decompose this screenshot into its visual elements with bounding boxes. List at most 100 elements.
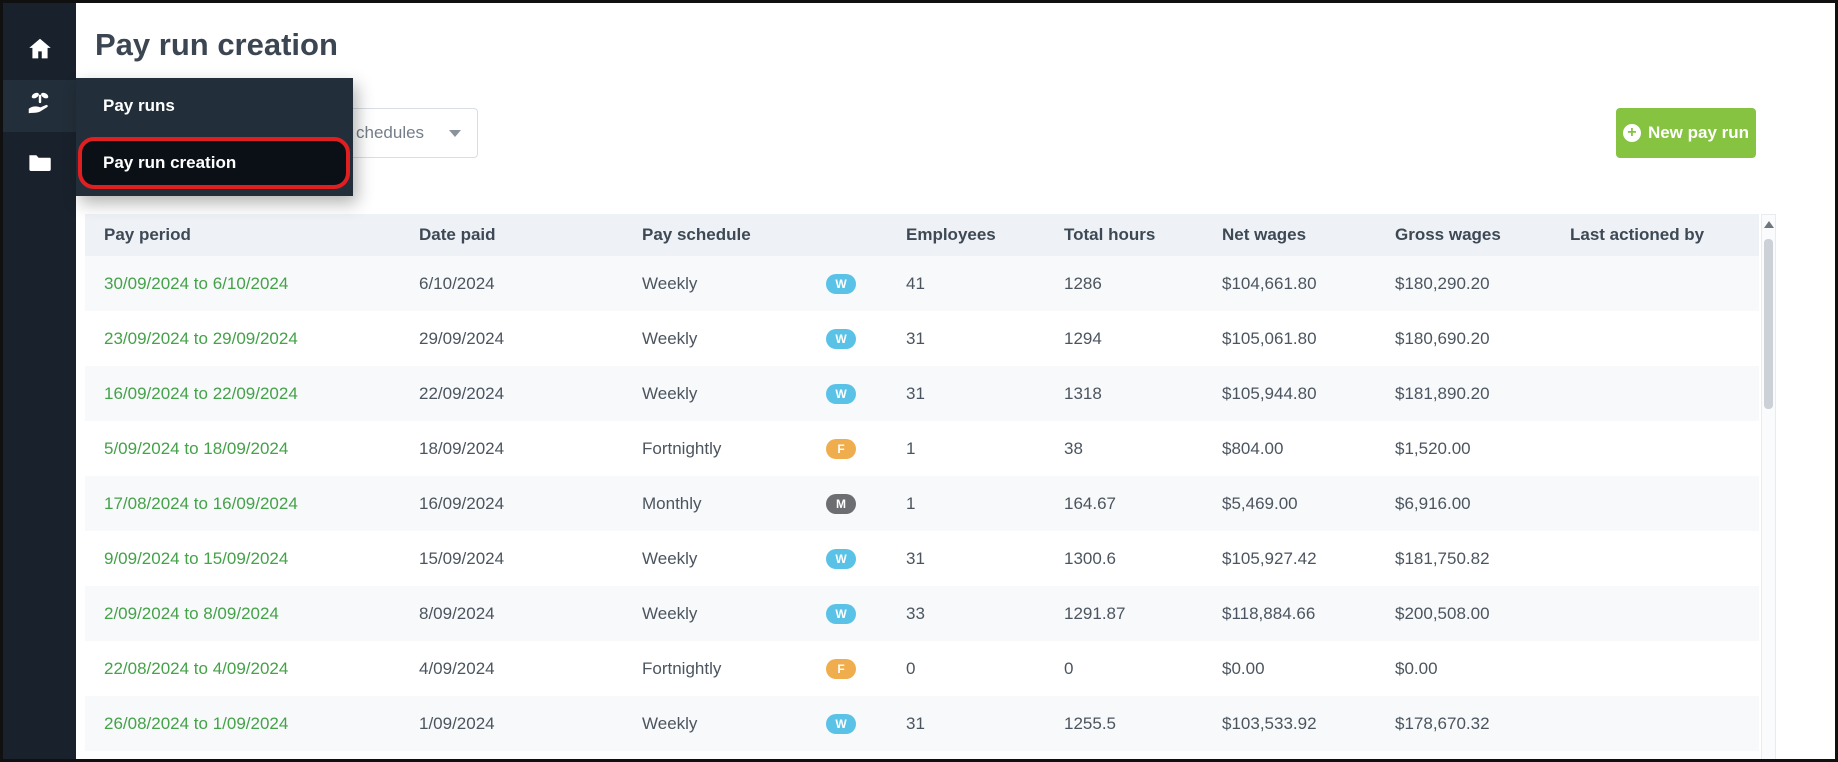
- cell-net-wages: $105,061.80: [1222, 328, 1317, 348]
- pay-period-link[interactable]: 5/09/2024 to 18/09/2024: [104, 439, 288, 458]
- pay-period-link[interactable]: 26/08/2024 to 1/09/2024: [104, 714, 288, 733]
- cell-last-actioned-by: [1551, 421, 1759, 476]
- pay-period-link[interactable]: 9/09/2024 to 15/09/2024: [104, 549, 288, 568]
- new-pay-run-label: New pay run: [1647, 123, 1750, 142]
- cell-net-wages: $118,884.66: [1203, 586, 1376, 641]
- pay-schedule-badge: W: [826, 713, 856, 734]
- pay-schedule-name: Monthly: [642, 493, 702, 513]
- column-header-employees: Employees: [887, 214, 1045, 256]
- pay-schedule-badge: W: [826, 548, 856, 569]
- table-row[interactable]: 26/08/2024 to 1/09/2024 1/09/2024 Weekly W 3…: [85, 696, 1759, 751]
- cell-pay-period: 5/09/2024 to 18/09/2024: [85, 421, 400, 476]
- table-row[interactable]: 9/09/2024 to 15/09/2024 15/09/2024 Weekly W…: [85, 531, 1759, 586]
- scrollbar-thumb[interactable]: [1764, 239, 1773, 409]
- sidebar-item-pay-runs[interactable]: [3, 80, 76, 132]
- cell-date-paid: 6/10/2024: [400, 256, 623, 311]
- cell-employees: 31: [906, 328, 925, 348]
- pay-schedule-badge: W: [826, 603, 856, 624]
- sidebar: [3, 3, 76, 759]
- table-row[interactable]: 5/09/2024 to 18/09/2024 18/09/2024 Fortnig…: [85, 421, 1759, 476]
- cell-net-wages: $103,533.92: [1203, 696, 1376, 751]
- cell-pay-period: 23/09/2024 to 29/09/2024: [85, 311, 400, 366]
- column-header-net-wages: Net wages: [1203, 214, 1376, 256]
- cell-pay-period: 22/08/2024 to 4/09/2024: [85, 641, 400, 696]
- cell-gross-wages: $6,916.00: [1376, 476, 1551, 531]
- scroll-up-arrow-icon[interactable]: [1763, 221, 1774, 228]
- column-header-gross-wages: Gross wages: [1376, 214, 1551, 256]
- new-pay-run-button[interactable]: New pay run: [1616, 108, 1756, 158]
- column-header-pay-period: Pay period: [85, 214, 400, 256]
- cell-gross-wages: $0.00: [1395, 658, 1438, 678]
- cell-pay-schedule: Weekly W: [623, 531, 887, 586]
- table-header-row: Pay period Date paid Pay schedule Employees…: [85, 214, 1759, 256]
- pay-schedule-badge: W: [826, 273, 856, 294]
- cell-last-actioned-by: [1551, 696, 1759, 751]
- table-row[interactable]: 22/08/2024 to 4/09/2024 4/09/2024 Fortnigh…: [85, 641, 1759, 696]
- pay-schedule-name: Weekly: [642, 713, 698, 733]
- cell-total-hours: 0: [1064, 658, 1074, 678]
- pay-period-link[interactable]: 17/08/2024 to 16/09/2024: [104, 494, 298, 513]
- menu-item-label: Pay run creation: [103, 153, 237, 172]
- cell-employees: 41: [887, 256, 1045, 311]
- table-row[interactable]: 16/09/2024 to 22/09/2024 22/09/2024 Weekly…: [85, 366, 1759, 421]
- table-scrollbar[interactable]: [1761, 214, 1776, 759]
- pay-schedule-badge: W: [826, 383, 856, 404]
- cell-pay-schedule: Weekly W: [623, 696, 887, 751]
- cell-pay-schedule: Fortnightly F: [623, 641, 887, 696]
- cell-total-hours: 1255.5: [1045, 696, 1203, 751]
- table-row[interactable]: 2/09/2024 to 8/09/2024 8/09/2024 Weekly W 33…: [85, 586, 1759, 641]
- pay-period-link[interactable]: 16/09/2024 to 22/09/2024: [104, 384, 298, 403]
- app-window: Pay runs Pay run creation Pay run creati…: [0, 0, 1838, 762]
- table-row[interactable]: 17/08/2024 to 16/09/2024 16/09/2024 Monthl…: [85, 476, 1759, 531]
- cell-employees: 31: [906, 548, 925, 568]
- column-header-last-actioned-by: Last actioned by: [1551, 214, 1759, 256]
- cell-date-paid: 4/09/2024: [419, 658, 495, 678]
- cell-pay-period: 30/09/2024 to 6/10/2024: [85, 256, 400, 311]
- sidebar-item-documents[interactable]: [3, 139, 76, 191]
- table-body: 30/09/2024 to 6/10/2024 6/10/2024 Weekly W 4…: [85, 256, 1759, 751]
- cell-gross-wages: $181,890.20: [1376, 366, 1551, 421]
- cell-pay-period: 17/08/2024 to 16/09/2024: [85, 476, 400, 531]
- menu-item-pay-run-creation[interactable]: Pay run creation: [76, 134, 353, 196]
- cell-pay-schedule: Weekly W: [623, 366, 887, 421]
- pay-period-link[interactable]: 23/09/2024 to 29/09/2024: [104, 329, 298, 348]
- cell-last-actioned-by: [1551, 311, 1759, 366]
- cell-pay-period: 26/08/2024 to 1/09/2024: [85, 696, 400, 751]
- cell-last-actioned-by: [1551, 366, 1759, 421]
- cell-pay-period: 9/09/2024 to 15/09/2024: [85, 531, 400, 586]
- cell-pay-schedule: Weekly W: [623, 311, 887, 366]
- home-icon: [26, 35, 54, 68]
- cell-gross-wages: $178,670.32: [1376, 696, 1551, 751]
- cell-employees: 33: [887, 586, 1045, 641]
- pay-schedule-name: Weekly: [642, 328, 698, 348]
- cell-date-paid: 1/09/2024: [400, 696, 623, 751]
- chevron-down-icon: [449, 130, 461, 137]
- column-header-date-paid: Date paid: [400, 214, 623, 256]
- cell-pay-schedule: Weekly W: [623, 586, 887, 641]
- pay-schedule-name: Weekly: [642, 548, 698, 568]
- cell-pay-schedule: Weekly W: [623, 256, 887, 311]
- table-row[interactable]: 23/09/2024 to 29/09/2024 29/09/2024 Weekly…: [85, 311, 1759, 366]
- cell-employees: 0: [906, 658, 916, 678]
- pay-period-link[interactable]: 30/09/2024 to 6/10/2024: [104, 274, 288, 293]
- pay-schedule-name: Weekly: [642, 383, 698, 403]
- cell-date-paid: 15/09/2024: [419, 548, 505, 568]
- pay-schedule-badge: F: [826, 438, 856, 459]
- cell-net-wages: $104,661.80: [1203, 256, 1376, 311]
- menu-item-pay-runs[interactable]: Pay runs: [76, 78, 353, 134]
- cell-last-actioned-by: [1551, 256, 1759, 311]
- cell-employees: 31: [887, 696, 1045, 751]
- red-highlight-annotation[interactable]: Pay run creation: [78, 137, 350, 189]
- cell-date-paid: 22/09/2024: [400, 366, 623, 421]
- cell-gross-wages: $181,750.82: [1395, 548, 1490, 568]
- column-header-total-hours: Total hours: [1045, 214, 1203, 256]
- cell-date-paid: 18/09/2024: [419, 438, 505, 458]
- table-row[interactable]: 30/09/2024 to 6/10/2024 6/10/2024 Weekly W 4…: [85, 256, 1759, 311]
- sidebar-item-home[interactable]: [3, 25, 76, 77]
- cell-date-paid: 29/09/2024: [419, 328, 505, 348]
- pay-period-link[interactable]: 22/08/2024 to 4/09/2024: [104, 659, 288, 678]
- pay-period-link[interactable]: 2/09/2024 to 8/09/2024: [104, 604, 279, 623]
- cell-last-actioned-by: [1551, 476, 1759, 531]
- cell-employees: 31: [887, 366, 1045, 421]
- cell-gross-wages: $180,690.20: [1395, 328, 1490, 348]
